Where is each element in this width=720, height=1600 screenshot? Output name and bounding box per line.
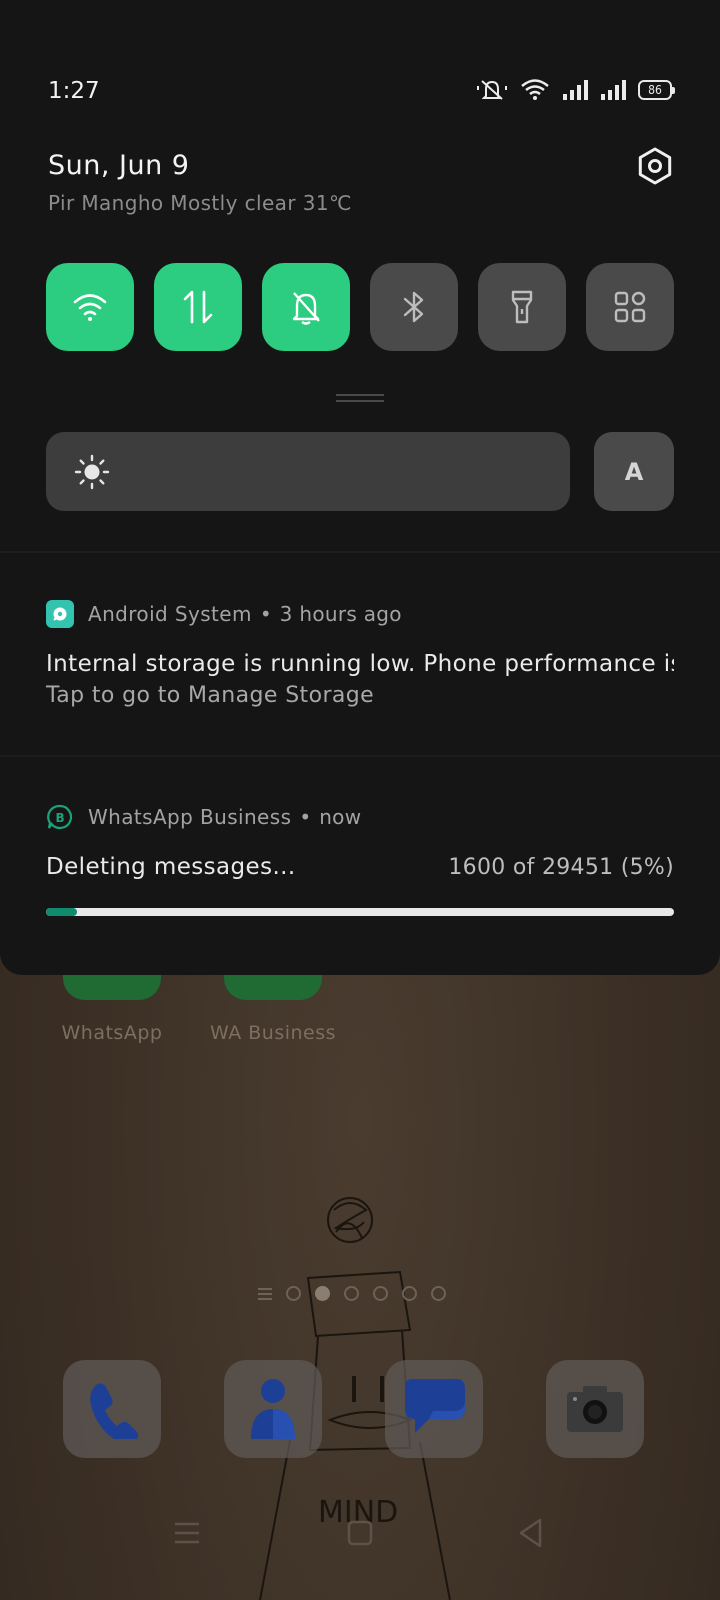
page-dot (373, 1286, 388, 1301)
notification-android-system[interactable]: Android System • 3 hours ago Internal st… (46, 599, 674, 708)
settings-button[interactable] (635, 146, 675, 186)
quick-settings (46, 263, 674, 351)
back-button[interactable] (506, 1508, 556, 1558)
signal-icon (601, 80, 626, 100)
messages-icon (405, 1379, 465, 1433)
android-system-icon (46, 600, 74, 628)
home-app-label: WA Business (209, 1022, 337, 1044)
camera-icon (567, 1386, 623, 1432)
notification-header: Android System • 3 hours ago (46, 599, 674, 629)
messages-app[interactable] (385, 1360, 483, 1458)
app-dock (63, 1360, 657, 1458)
wifi-icon (73, 294, 107, 321)
phone-app[interactable] (63, 1360, 161, 1458)
page-indicator[interactable] (258, 1286, 446, 1301)
status-icons: 86 (476, 78, 675, 102)
notification-time: now (319, 805, 362, 829)
page-dot (402, 1286, 417, 1301)
page-list-icon (258, 1287, 272, 1300)
shade-header: Sun, Jun 9 Pir Mangho Mostly clear 31℃ (48, 147, 672, 215)
menu-icon (175, 1522, 199, 1544)
silent-mode-toggle[interactable] (262, 263, 350, 351)
notification-separator: • (259, 602, 272, 626)
camera-app[interactable] (546, 1360, 644, 1458)
signal-icon (563, 80, 588, 100)
page-dot (286, 1286, 301, 1301)
notification-app-name: Android System (88, 602, 252, 626)
home-app-label: WhatsApp (61, 1022, 163, 1044)
wifi-toggle[interactable] (46, 263, 134, 351)
apps-grid-icon (614, 291, 646, 323)
wifi-icon (521, 79, 549, 100)
contacts-icon (251, 1379, 295, 1439)
progress-bar (46, 908, 674, 916)
page-dot (431, 1286, 446, 1301)
contacts-app[interactable] (224, 1360, 322, 1458)
shade-drag-handle[interactable] (336, 394, 384, 402)
notification-header: B WhatsApp Business • now (46, 802, 674, 832)
notification-title: Deleting messages... (46, 854, 296, 880)
recents-button[interactable] (162, 1508, 212, 1558)
notification-title: Internal storage is running low. Phone p… (46, 651, 674, 677)
more-tiles-button[interactable] (586, 263, 674, 351)
flashlight-toggle[interactable] (478, 263, 566, 351)
mobile-data-toggle[interactable] (154, 263, 242, 351)
battery-icon: 86 (638, 80, 675, 100)
mobile-data-icon (183, 290, 213, 324)
weather-label[interactable]: Pir Mangho Mostly clear 31℃ (48, 191, 672, 215)
phone-icon (90, 1383, 138, 1439)
status-clock: 1:27 (48, 78, 100, 104)
square-icon (347, 1520, 373, 1546)
progress-info: Deleting messages... 1600 of 29451 (5%) (46, 854, 674, 880)
status-bar: 1:27 86 (48, 78, 675, 108)
page-dot-active (315, 1286, 330, 1301)
notification-separator: • (299, 805, 312, 829)
svg-text:B: B (56, 811, 65, 825)
notification-shade: 1:27 86 Sun, Jun 9 Pir Mangho Mostly cle… (0, 0, 720, 975)
notification-time: 3 hours ago (279, 602, 402, 626)
date-label: Sun, Jun 9 (48, 150, 190, 181)
page-dot (344, 1286, 359, 1301)
flashlight-icon (511, 290, 533, 324)
silent-mode-icon (292, 292, 320, 325)
mute-icon (477, 80, 507, 100)
bluetooth-toggle[interactable] (370, 263, 458, 351)
notification-whatsapp-business[interactable]: B WhatsApp Business • now Deleting messa… (46, 802, 674, 916)
brightness-slider[interactable] (46, 432, 570, 511)
brightness-icon (74, 454, 110, 490)
bluetooth-icon (403, 291, 424, 323)
gear-icon (638, 147, 672, 185)
section-divider (0, 551, 720, 553)
whatsapp-business-icon: B (46, 803, 74, 831)
notification-app-name: WhatsApp Business (88, 805, 292, 829)
auto-brightness-button[interactable]: A (594, 432, 674, 511)
section-divider (0, 755, 720, 757)
progress-bar-fill (46, 908, 78, 916)
navigation-bar (0, 1500, 720, 1560)
back-triangle-icon (519, 1518, 542, 1548)
notification-subtitle: Tap to go to Manage Storage (46, 683, 375, 708)
home-button[interactable] (335, 1508, 385, 1558)
progress-count: 1600 of 29451 (5%) (448, 855, 674, 880)
